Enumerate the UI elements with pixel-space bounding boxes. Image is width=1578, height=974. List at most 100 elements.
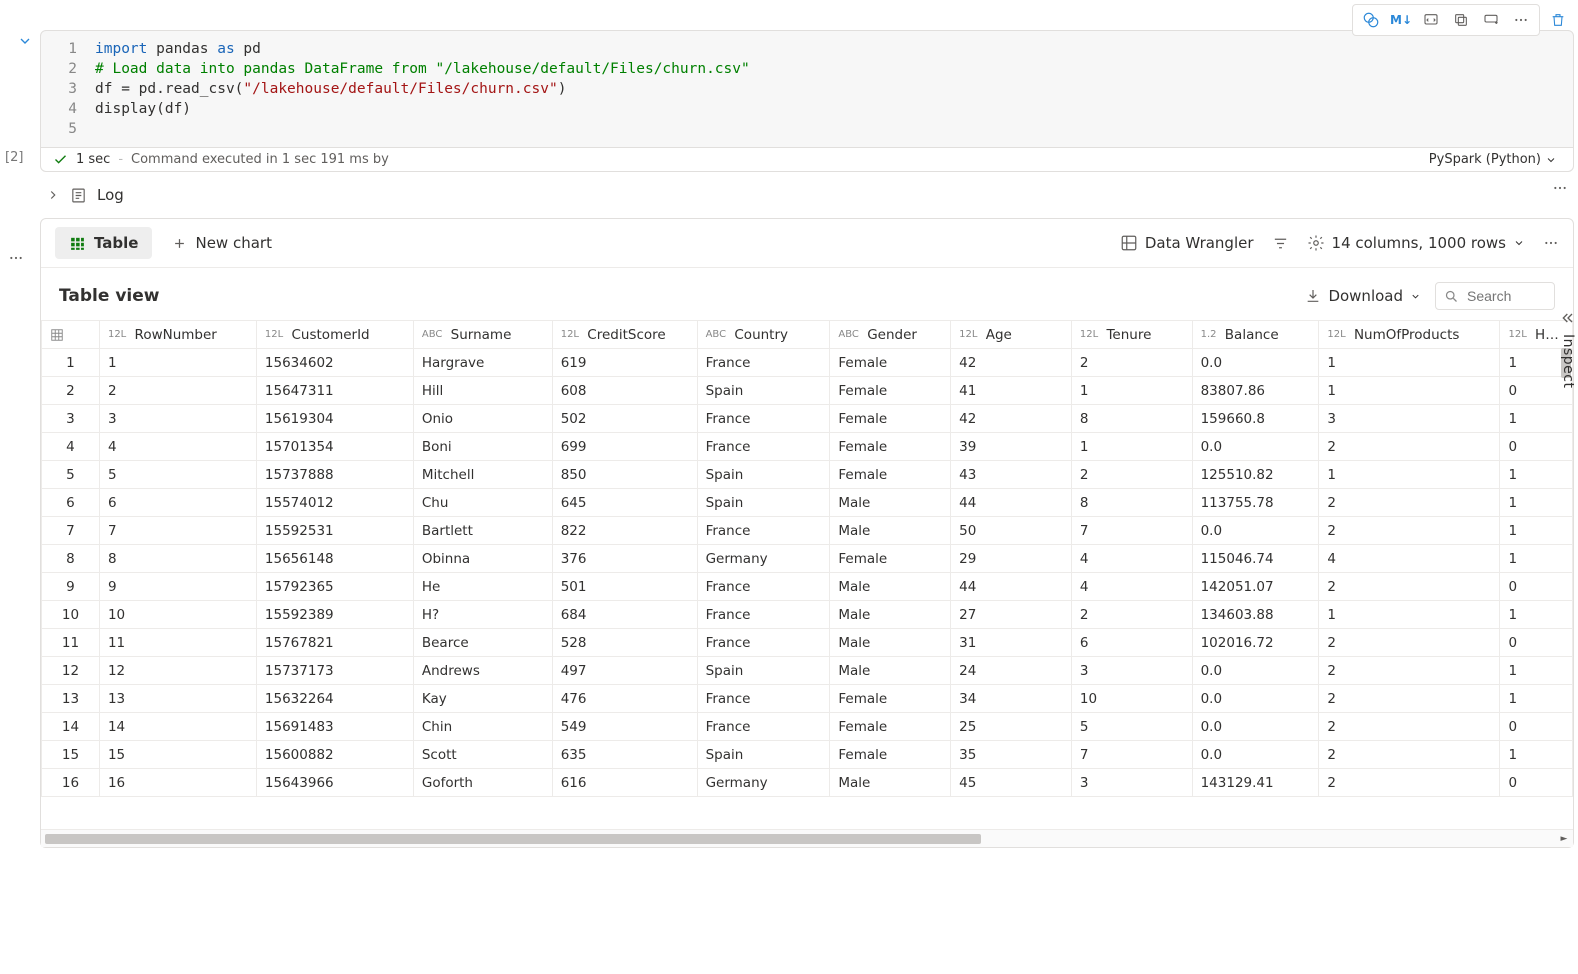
cell[interactable]: Male	[830, 517, 951, 545]
table-row[interactable]: 1115634602Hargrave619FranceFemale4220.01…	[42, 349, 1573, 377]
cell[interactable]: 528	[552, 629, 697, 657]
table-row[interactable]: 6615574012Chu645SpainMale448113755.7821	[42, 489, 1573, 517]
cell[interactable]: Female	[830, 433, 951, 461]
code-cell[interactable]: 12345 import pandas as pd# Load data int…	[40, 30, 1574, 172]
cell[interactable]: 0.0	[1192, 685, 1319, 713]
search-input[interactable]	[1465, 287, 1535, 305]
cell[interactable]: 8	[1071, 489, 1192, 517]
cell[interactable]: 16	[99, 769, 256, 797]
cell[interactable]: Onio	[413, 405, 552, 433]
output-more-icon[interactable]	[1543, 235, 1559, 251]
cell[interactable]: 34	[951, 685, 1072, 713]
cell[interactable]: 4	[1319, 545, 1500, 573]
cell[interactable]: Goforth	[413, 769, 552, 797]
cell[interactable]: 2	[1319, 657, 1500, 685]
cell[interactable]: 1	[1319, 349, 1500, 377]
cell[interactable]: 159660.8	[1192, 405, 1319, 433]
cell[interactable]: Female	[830, 349, 951, 377]
cell[interactable]: Male	[830, 489, 951, 517]
cell[interactable]: 2	[1319, 741, 1500, 769]
cell[interactable]: 0.0	[1192, 657, 1319, 685]
cell[interactable]: 115046.74	[1192, 545, 1319, 573]
column-header[interactable]: 12L NumOfProducts	[1319, 321, 1500, 349]
cell[interactable]: 42	[951, 405, 1072, 433]
cell[interactable]: 15592389	[256, 601, 413, 629]
cell[interactable]: 15600882	[256, 741, 413, 769]
cell-side-more-icon[interactable]	[8, 250, 24, 266]
cell[interactable]: Mitchell	[413, 461, 552, 489]
cell[interactable]: 15656148	[256, 545, 413, 573]
cell[interactable]: 0.0	[1192, 517, 1319, 545]
cell[interactable]: 5	[1071, 713, 1192, 741]
cell[interactable]: 10	[1071, 685, 1192, 713]
cell[interactable]: Kay	[413, 685, 552, 713]
tab-table[interactable]: Table	[55, 227, 152, 259]
cell[interactable]: France	[697, 349, 830, 377]
collapse-cell-icon[interactable]	[17, 33, 33, 49]
cell[interactable]: 15701354	[256, 433, 413, 461]
cell[interactable]: France	[697, 517, 830, 545]
cell[interactable]: 822	[552, 517, 697, 545]
cell[interactable]: 14	[99, 713, 256, 741]
cell[interactable]: 645	[552, 489, 697, 517]
cell[interactable]: 43	[951, 461, 1072, 489]
cell[interactable]: 4	[1071, 573, 1192, 601]
cell[interactable]: Hargrave	[413, 349, 552, 377]
cell[interactable]: 24	[951, 657, 1072, 685]
cell[interactable]: 15767821	[256, 629, 413, 657]
table-row[interactable]: 4415701354Boni699FranceFemale3910.020	[42, 433, 1573, 461]
cell[interactable]: 376	[552, 545, 697, 573]
cell[interactable]: Spain	[697, 461, 830, 489]
cell[interactable]: 12	[99, 657, 256, 685]
cell[interactable]: 15574012	[256, 489, 413, 517]
cell[interactable]: 1	[1319, 377, 1500, 405]
cell[interactable]: 635	[552, 741, 697, 769]
cell[interactable]: 497	[552, 657, 697, 685]
column-header[interactable]: 12L RowNumber	[99, 321, 256, 349]
cell[interactable]: 134603.88	[1192, 601, 1319, 629]
cell[interactable]: 549	[552, 713, 697, 741]
cell[interactable]: 142051.07	[1192, 573, 1319, 601]
cell[interactable]: 3	[1071, 657, 1192, 685]
cell[interactable]: 699	[552, 433, 697, 461]
cell[interactable]: 15634602	[256, 349, 413, 377]
cell[interactable]: 2	[1319, 517, 1500, 545]
cell[interactable]: 15647311	[256, 377, 413, 405]
vertical-scrollbar[interactable]	[1559, 320, 1573, 829]
cell[interactable]: Hill	[413, 377, 552, 405]
cell[interactable]: Scott	[413, 741, 552, 769]
cell[interactable]: 83807.86	[1192, 377, 1319, 405]
cell[interactable]: 10	[99, 601, 256, 629]
cell[interactable]: Female	[830, 377, 951, 405]
cell[interactable]: 39	[951, 433, 1072, 461]
cell[interactable]: Spain	[697, 657, 830, 685]
cell[interactable]: France	[697, 433, 830, 461]
cell[interactable]: France	[697, 601, 830, 629]
cell[interactable]: Bartlett	[413, 517, 552, 545]
table-row[interactable]: 7715592531Bartlett822FranceMale5070.021	[42, 517, 1573, 545]
cell[interactable]: 35	[951, 741, 1072, 769]
cell[interactable]: Female	[830, 461, 951, 489]
cell[interactable]: 2	[1319, 629, 1500, 657]
cell[interactable]: 44	[951, 573, 1072, 601]
column-header[interactable]: 12L CreditScore	[552, 321, 697, 349]
cell[interactable]: 1	[1319, 601, 1500, 629]
cell[interactable]: Chu	[413, 489, 552, 517]
cell[interactable]: Male	[830, 601, 951, 629]
table-row[interactable]: 141415691483Chin549FranceFemale2550.020	[42, 713, 1573, 741]
cell[interactable]: 0.0	[1192, 433, 1319, 461]
cell[interactable]: 850	[552, 461, 697, 489]
expand-log-icon[interactable]	[46, 188, 60, 202]
markdown-icon[interactable]: M↓	[1387, 7, 1415, 33]
cell[interactable]: 15643966	[256, 769, 413, 797]
cell[interactable]: 4	[99, 433, 256, 461]
log-more-icon[interactable]	[1552, 180, 1568, 196]
cell[interactable]: Female	[830, 405, 951, 433]
code-editor[interactable]: import pandas as pd# Load data into pand…	[41, 31, 1573, 147]
cell[interactable]: 15632264	[256, 685, 413, 713]
cell[interactable]: 27	[951, 601, 1072, 629]
column-header[interactable]: ABC Surname	[413, 321, 552, 349]
cell[interactable]: Female	[830, 685, 951, 713]
cell[interactable]: 502	[552, 405, 697, 433]
cell[interactable]: 102016.72	[1192, 629, 1319, 657]
